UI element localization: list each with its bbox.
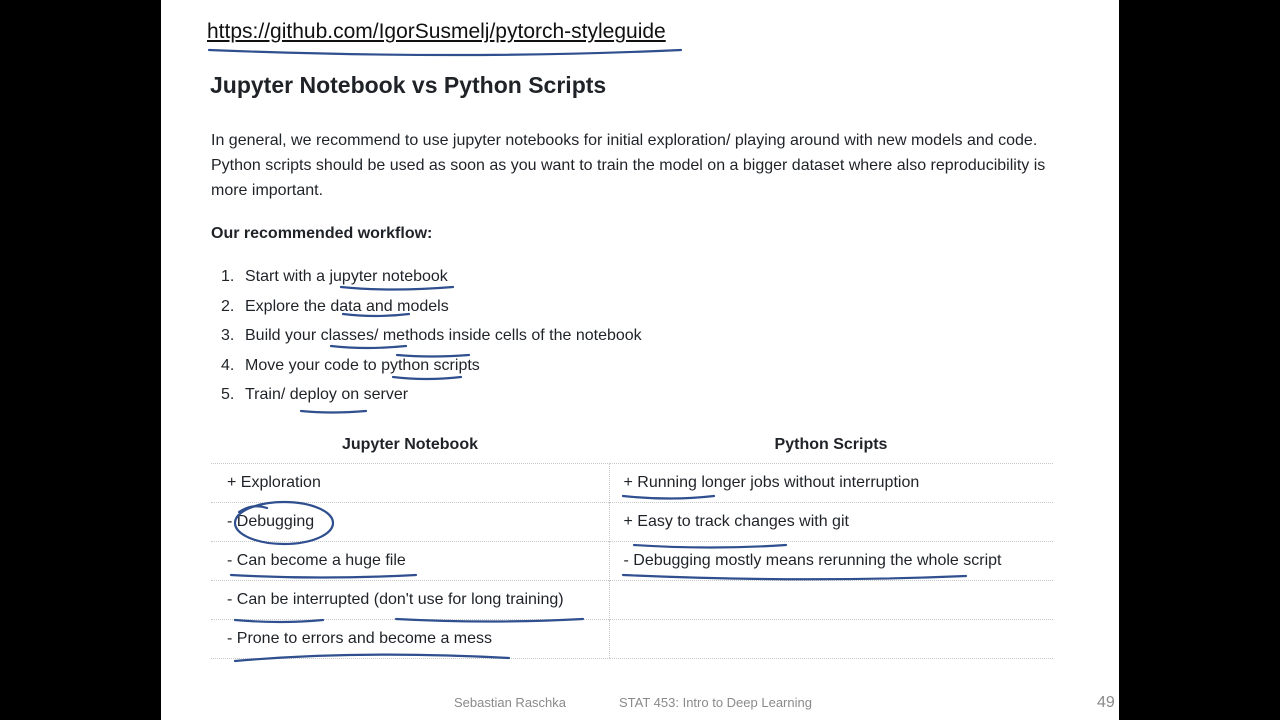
step-text: Move your code to python scripts: [245, 356, 480, 374]
workflow-list: 1. Start with a jupyter notebook 2. Explor…: [221, 262, 642, 410]
intro-paragraph: In general, we recommend to use jupyter …: [211, 132, 1046, 199]
ink-underline-url: [207, 48, 683, 57]
header-jupyter-notebook: Jupyter Notebook: [341, 436, 478, 453]
scripts-cell: - Debugging mostly means rerunning the w…: [608, 541, 1053, 581]
workflow-step: 4. Move your code to python scripts: [221, 351, 642, 381]
slide-title: Jupyter Notebook vs Python Scripts: [210, 72, 607, 98]
workflow-step: 2. Explore the data and models: [221, 292, 642, 322]
table-header-row: Jupyter Notebook Python Scripts: [211, 427, 1053, 464]
slide: https://github.com/IgorSusmelj/pytorch-s…: [161, 0, 1119, 720]
footer-course: STAT 453: Intro to Deep Learning: [619, 695, 812, 710]
step-text: Explore the data and models: [245, 297, 449, 315]
step-text: Build your classes/ methods inside cells…: [245, 327, 642, 344]
step-text: Train/ deploy on server: [245, 386, 409, 403]
step-number: 1.: [221, 268, 235, 285]
table-row: - Can become a huge file - Debugging mos…: [211, 541, 1053, 581]
step-number: 5.: [221, 386, 235, 403]
footer-author: Sebastian Raschka: [454, 695, 567, 710]
workflow-step: 5. Train/ deploy on server: [221, 380, 642, 410]
ink-underline-deploy: [299, 409, 368, 414]
scripts-cell: [608, 619, 1053, 659]
notebook-cell: - Debugging: [211, 502, 609, 542]
step-number: 2.: [221, 297, 235, 315]
step-number: 4.: [221, 356, 235, 374]
header-python-scripts: Python Scripts: [774, 436, 888, 453]
notebook-cell: + Exploration: [211, 463, 609, 503]
comparison-table: Jupyter Notebook Python Scripts + Explor…: [211, 427, 1053, 659]
workflow-label: Our recommended workflow:: [211, 225, 433, 242]
workflow-step: 3. Build your classes/ methods inside cel…: [221, 321, 642, 351]
scripts-cell: [608, 580, 1053, 620]
table-row: - Can be interrupted (don't use for long…: [211, 580, 1053, 620]
table-row: - Prone to errors and become a mess: [211, 619, 1053, 659]
page-number: 49: [1097, 694, 1115, 711]
table-row: - Debugging + Easy to track changes with…: [211, 502, 1053, 542]
notebook-cell: - Can be interrupted (don't use for long…: [211, 580, 609, 620]
table-row: + Exploration + Running longer jobs with…: [211, 463, 1053, 503]
notebook-cell: - Prone to errors and become a mess: [211, 619, 609, 659]
scripts-cell: + Easy to track changes with git: [608, 502, 1053, 542]
step-text: Start with a jupyter notebook: [245, 268, 448, 285]
step-number: 3.: [221, 327, 235, 344]
scripts-cell: + Running longer jobs without interrupti…: [608, 463, 1053, 503]
styleguide-link[interactable]: https://github.com/IgorSusmelj/pytorch-s…: [207, 20, 666, 44]
workflow-step: 1. Start with a jupyter notebook: [221, 262, 642, 292]
notebook-cell: - Can become a huge file: [211, 541, 609, 581]
